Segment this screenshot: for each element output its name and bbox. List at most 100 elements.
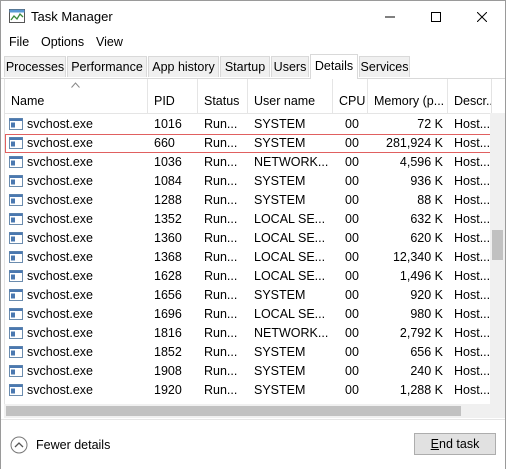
- close-button[interactable]: [459, 1, 505, 32]
- cell-user: SYSTEM: [254, 174, 306, 188]
- cell-user: LOCAL SE...: [254, 269, 326, 283]
- column-header-pid[interactable]: PID: [148, 79, 198, 113]
- cell-user: SYSTEM: [254, 117, 306, 131]
- menu-bar: File Options View: [1, 32, 505, 52]
- column-label: Descr...: [454, 94, 491, 108]
- cell-status: Run...: [204, 364, 238, 378]
- cell-name: svchost.exe: [27, 326, 94, 340]
- end-task-button[interactable]: End task: [414, 433, 496, 455]
- table-row[interactable]: svchost.exe 1656 Run... SYSTEM 00 920 K Host..…: [5, 286, 491, 305]
- cell-status: Run...: [204, 155, 238, 169]
- end-task-label: nd task: [439, 437, 480, 451]
- cell-name: svchost.exe: [27, 307, 94, 321]
- cell-memory: 920 K: [410, 288, 443, 302]
- tab-services[interactable]: Services: [359, 56, 410, 77]
- table-row[interactable]: svchost.exe 1016 Run... SYSTEM 00 72 K Host...: [5, 115, 491, 134]
- cell-memory: 4,596 K: [399, 155, 443, 169]
- table-row[interactable]: svchost.exe 1084 Run... SYSTEM 00 936 K Host..…: [5, 172, 491, 191]
- horizontal-scrollbar[interactable]: [4, 404, 490, 418]
- cell-name: svchost.exe: [27, 193, 94, 207]
- minimize-button[interactable]: [367, 1, 413, 32]
- title-bar: Task Manager: [1, 1, 505, 32]
- column-header-memory[interactable]: Memory (p...: [368, 79, 448, 113]
- cell-name: svchost.exe: [27, 383, 94, 397]
- cell-status: Run...: [204, 288, 238, 302]
- table-row[interactable]: svchost.exe 1368 Run... LOCAL SE... 00 12,340…: [5, 248, 491, 267]
- cell-status: Run...: [204, 117, 238, 131]
- end-task-accelerator: E: [430, 437, 440, 451]
- process-icon: [9, 175, 23, 187]
- process-icon: [9, 194, 23, 206]
- table-row[interactable]: svchost.exe 1920 Run... SYSTEM 00 1,288 K Host…: [5, 381, 491, 400]
- table-row[interactable]: svchost.exe 1036 Run... NETWORK... 00 4,596 K…: [5, 153, 491, 172]
- cell-status: Run...: [204, 326, 238, 340]
- table-row[interactable]: svchost.exe 1352 Run... LOCAL SE... 00 632 K H…: [5, 210, 491, 229]
- task-manager-window: Task Manager File Options View Processes…: [0, 0, 506, 469]
- cell-name: svchost.exe: [27, 250, 94, 264]
- vertical-scroll-thumb[interactable]: [492, 230, 503, 260]
- tab-app-history[interactable]: App history: [148, 56, 219, 77]
- cell-memory: 980 K: [410, 307, 443, 321]
- column-label: Status: [204, 94, 240, 108]
- column-label: CPU: [339, 94, 366, 108]
- cell-cpu: 00: [345, 136, 359, 150]
- tab-processes[interactable]: Processes: [4, 56, 66, 77]
- cell-status: Run...: [204, 345, 238, 359]
- table-row[interactable]: svchost.exe 660 Run... SYSTEM 00 281,924 K Hos…: [5, 134, 491, 153]
- cell-desc: Host...: [454, 117, 491, 131]
- column-header-status[interactable]: Status: [198, 79, 248, 113]
- table-row[interactable]: svchost.exe 1696 Run... LOCAL SE... 00 980 K H…: [5, 305, 491, 324]
- cell-desc: Host...: [454, 326, 491, 340]
- cell-name: svchost.exe: [27, 269, 94, 283]
- table-row[interactable]: svchost.exe 1908 Run... SYSTEM 00 240 K Host..…: [5, 362, 491, 381]
- column-header-user-name[interactable]: User name: [248, 79, 333, 113]
- tab-startup[interactable]: Startup: [220, 56, 270, 77]
- cell-cpu: 00: [345, 155, 359, 169]
- menu-file[interactable]: File: [9, 35, 29, 49]
- chevron-up-icon[interactable]: [10, 436, 28, 454]
- cell-desc: Host...: [454, 250, 491, 264]
- cell-user: SYSTEM: [254, 193, 306, 207]
- column-header-cpu[interactable]: CPU: [333, 79, 368, 113]
- cell-cpu: 00: [345, 345, 359, 359]
- menu-view[interactable]: View: [96, 35, 123, 49]
- cell-pid: 1016: [154, 117, 182, 131]
- cell-pid: 1696: [154, 307, 182, 321]
- menu-options[interactable]: Options: [41, 35, 84, 49]
- cell-cpu: 00: [345, 364, 359, 378]
- cell-desc: Host...: [454, 231, 491, 245]
- table-row[interactable]: svchost.exe 1816 Run... NETWORK... 00 2,792 K…: [5, 324, 491, 343]
- cell-status: Run...: [204, 193, 238, 207]
- column-header-name[interactable]: Name: [5, 79, 148, 113]
- process-icon: [9, 327, 23, 339]
- cell-cpu: 00: [345, 117, 359, 131]
- cell-cpu: 00: [345, 174, 359, 188]
- cell-desc: Host...: [454, 193, 491, 207]
- cell-desc: Host...: [454, 269, 491, 283]
- cell-pid: 660: [154, 136, 175, 150]
- column-label: User name: [254, 94, 316, 108]
- cell-user: SYSTEM: [254, 364, 306, 378]
- column-header-description[interactable]: Descr...: [448, 79, 491, 113]
- cell-cpu: 00: [345, 212, 359, 226]
- cell-name: svchost.exe: [27, 364, 94, 378]
- tab-details[interactable]: Details: [310, 54, 358, 79]
- tab-performance[interactable]: Performance: [67, 56, 147, 77]
- fewer-details-link[interactable]: Fewer details: [36, 438, 110, 452]
- sort-up-icon: [71, 82, 80, 88]
- table-row[interactable]: svchost.exe 1360 Run... LOCAL SE... 00 620 K H…: [5, 229, 491, 248]
- table-row[interactable]: svchost.exe 1852 Run... SYSTEM 00 656 K Host..…: [5, 343, 491, 362]
- cell-user: NETWORK...: [254, 155, 329, 169]
- cell-status: Run...: [204, 231, 238, 245]
- maximize-button[interactable]: [413, 1, 459, 32]
- vertical-scrollbar[interactable]: [490, 113, 505, 404]
- table-row[interactable]: svchost.exe 1628 Run... LOCAL SE... 00 1,496 …: [5, 267, 491, 286]
- table-row[interactable]: svchost.exe 1288 Run... SYSTEM 00 88 K Host...: [5, 191, 491, 210]
- horizontal-scroll-thumb[interactable]: [6, 406, 461, 416]
- cell-name: svchost.exe: [27, 345, 94, 359]
- cell-desc: Host...: [454, 383, 491, 397]
- tab-users[interactable]: Users: [271, 56, 309, 77]
- cell-cpu: 00: [345, 193, 359, 207]
- window-title: Task Manager: [31, 9, 113, 24]
- cell-status: Run...: [204, 174, 238, 188]
